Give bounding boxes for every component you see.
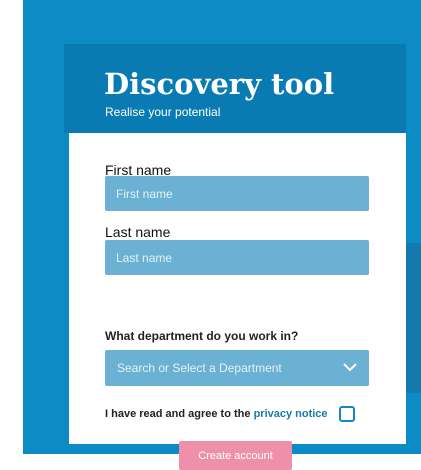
department-select-value: Search or Select a Department bbox=[117, 361, 282, 375]
card-header: Discovery tool Realise your potential bbox=[64, 44, 406, 133]
privacy-agreement-text: I have read and agree to the bbox=[105, 408, 254, 420]
page: Discovery tool Realise your potential Fi… bbox=[0, 0, 421, 470]
last-name-input[interactable] bbox=[105, 240, 369, 275]
create-account-button[interactable]: Create account bbox=[179, 441, 292, 470]
privacy-agree-checkbox[interactable] bbox=[339, 406, 355, 422]
chevron-down-icon bbox=[343, 363, 357, 372]
signup-card: Discovery tool Realise your potential Fi… bbox=[64, 44, 406, 470]
privacy-agreement: I have read and agree to the privacy not… bbox=[105, 408, 328, 420]
department-select[interactable]: Search or Select a Department bbox=[105, 350, 369, 386]
privacy-notice-link[interactable]: privacy notice bbox=[254, 408, 328, 420]
first-name-input[interactable] bbox=[105, 176, 369, 211]
background-panel-edge bbox=[404, 243, 421, 393]
department-label: What department do you work in? bbox=[105, 329, 299, 343]
signup-form: First name Last name What department do … bbox=[69, 133, 406, 470]
app-title: Discovery tool bbox=[104, 67, 335, 101]
app-tagline: Realise your potential bbox=[105, 105, 221, 119]
last-name-label: Last name bbox=[105, 224, 171, 240]
